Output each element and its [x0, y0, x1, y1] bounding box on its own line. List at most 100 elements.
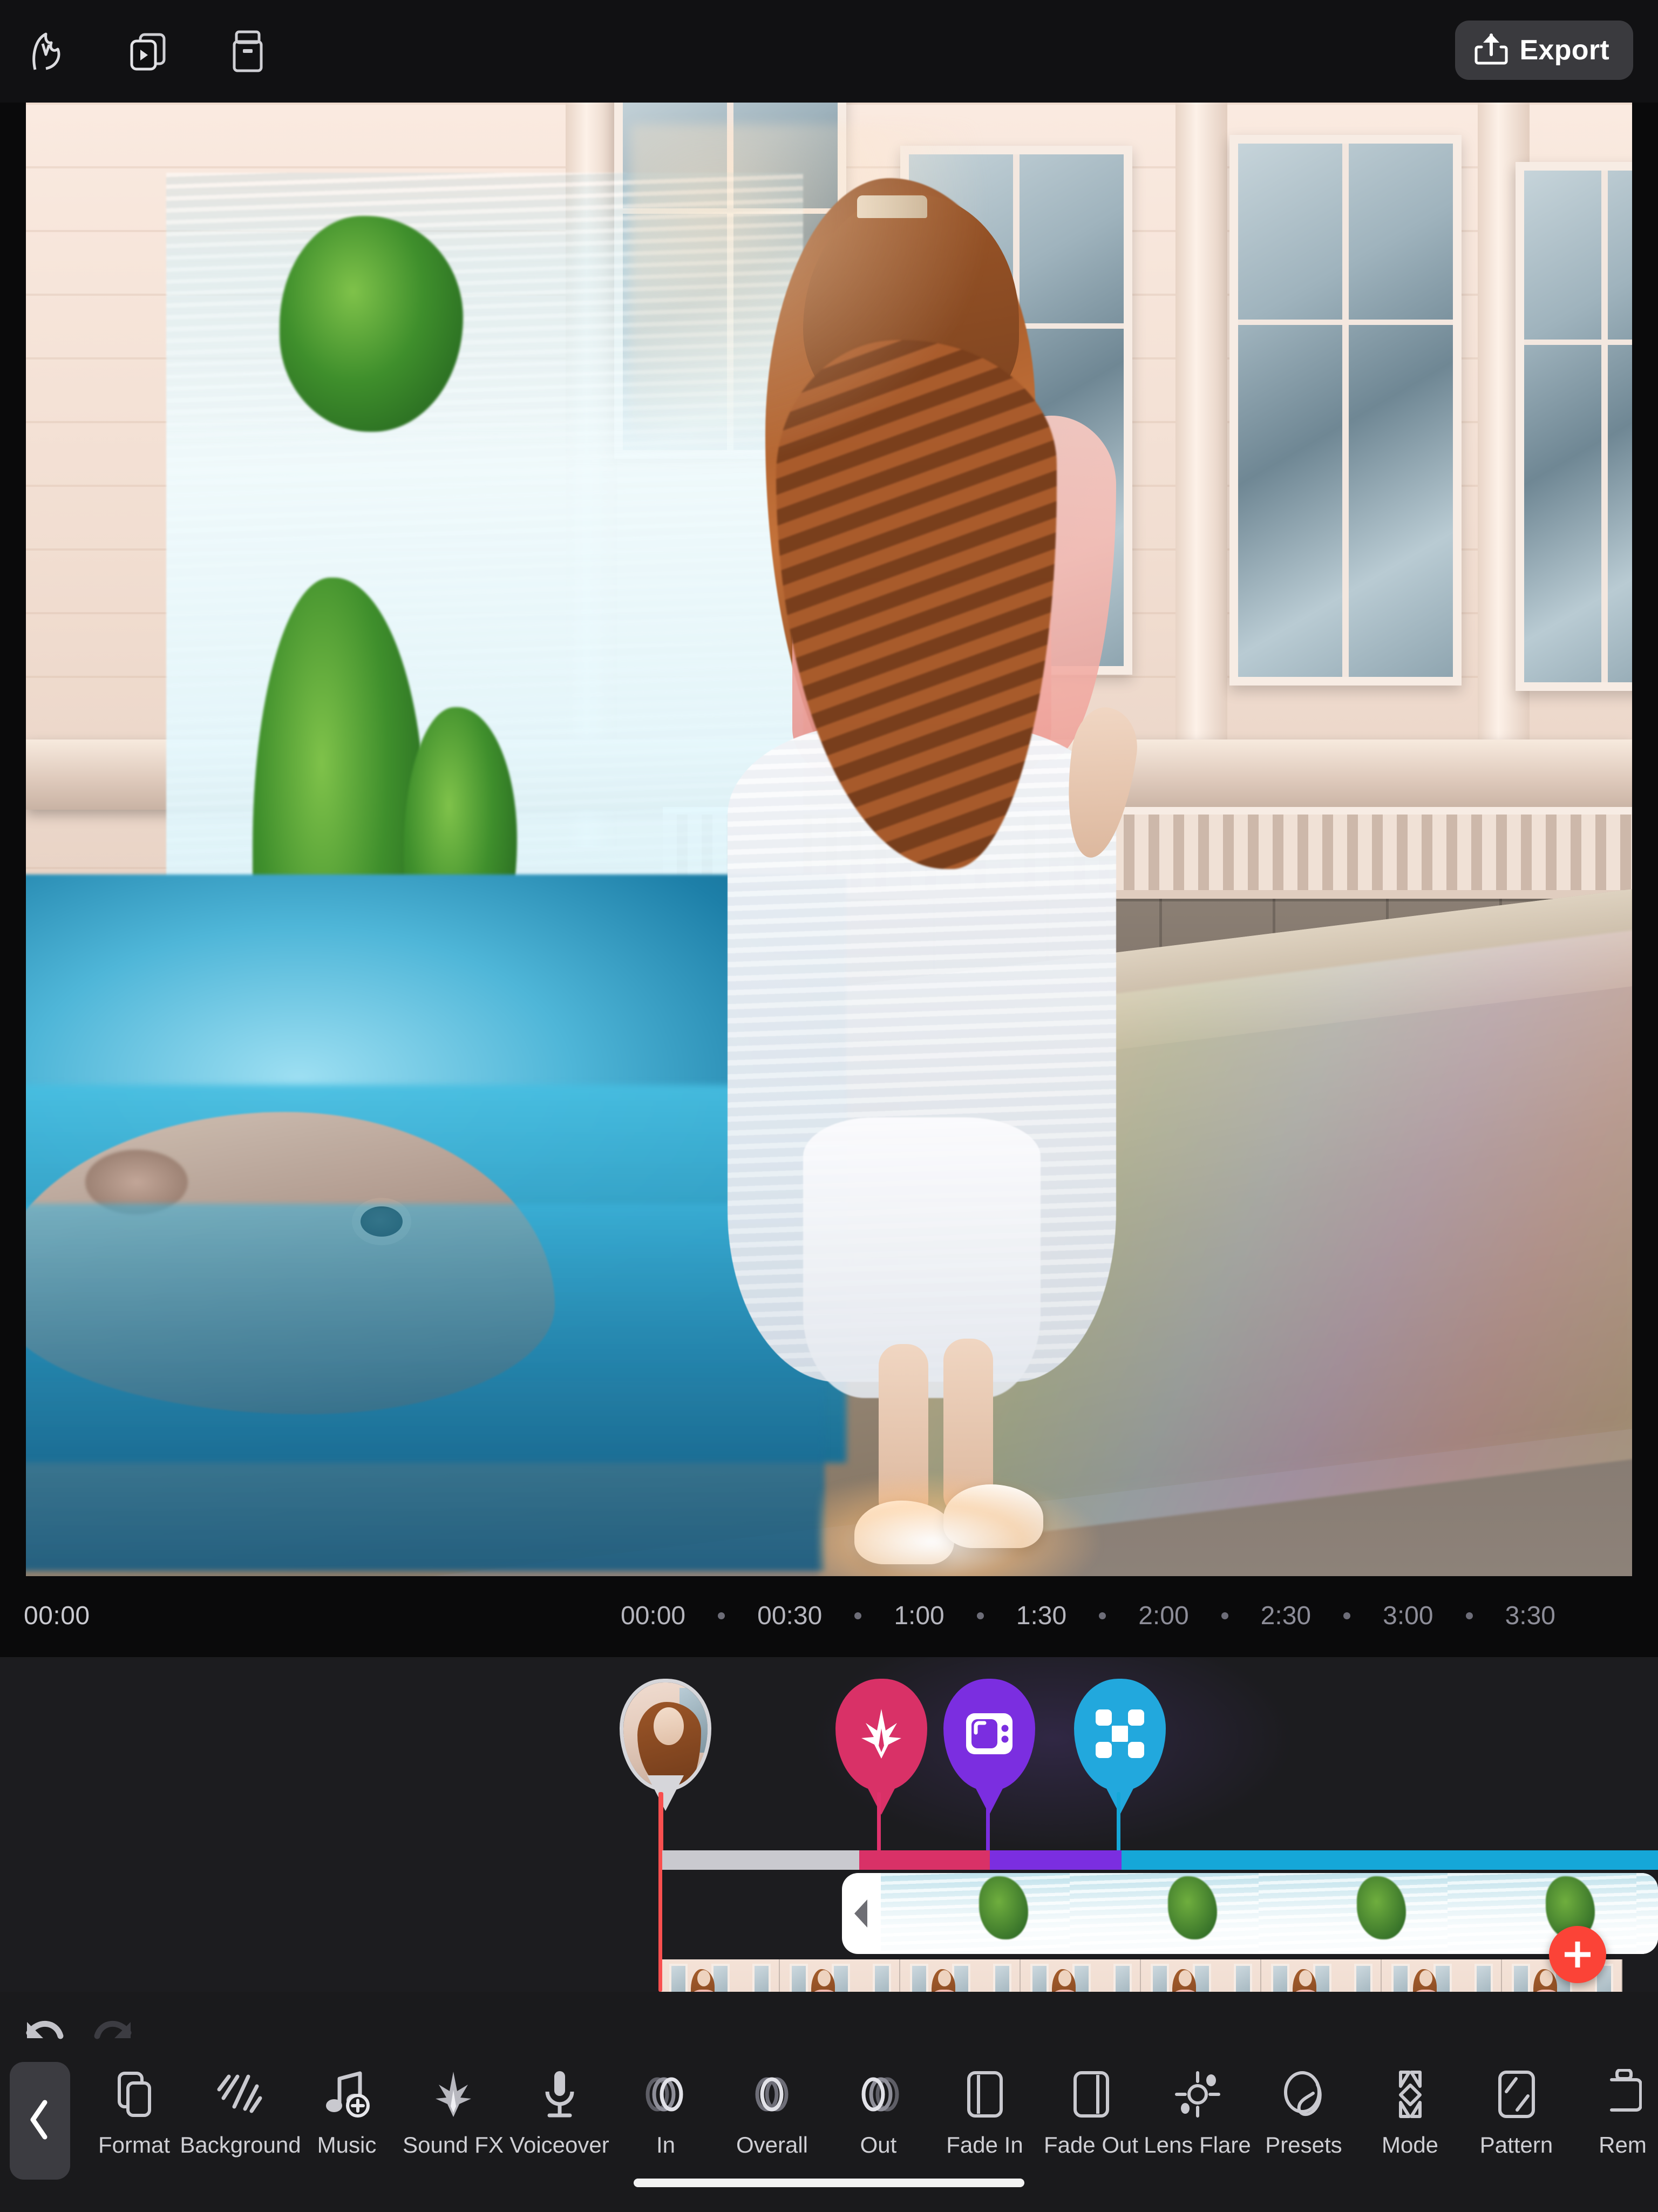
tools-back-button[interactable]	[10, 2062, 70, 2180]
tool-label: Format	[98, 2132, 170, 2157]
tool-label: In	[656, 2132, 676, 2157]
preview-canvas	[26, 103, 1632, 1576]
tool-label: Out	[860, 2132, 897, 2157]
ruler-tick: 3:00	[1383, 1602, 1433, 1630]
video-preview[interactable]	[26, 103, 1632, 1576]
clip-thumbnail-pin[interactable]	[620, 1679, 711, 1811]
transition-overall-icon	[749, 2068, 796, 2120]
lens-flare-icon	[1173, 2068, 1222, 2120]
sound-fx-burst-icon	[430, 2068, 477, 2120]
tool-out[interactable]: Out	[825, 2068, 932, 2158]
tool-label: Sound FX	[403, 2132, 504, 2157]
track-frame	[900, 1959, 1021, 1992]
eraser-icon[interactable]	[225, 28, 271, 74]
left-trim-handle-icon[interactable]	[842, 1873, 881, 1954]
tool-overall[interactable]: Overall	[719, 2068, 825, 2158]
ruler-tick: 00:00	[621, 1602, 686, 1630]
building-window	[1229, 135, 1462, 686]
home-indicator	[634, 2179, 1024, 2187]
segment-base[interactable]	[660, 1850, 859, 1870]
tool-format[interactable]: Format	[81, 2068, 187, 2158]
building-window	[1516, 162, 1632, 691]
tool-presets[interactable]: Presets	[1251, 2068, 1357, 2158]
ruler-dot	[1465, 1612, 1473, 1619]
track-frame	[660, 1959, 780, 1992]
track-frame	[1382, 1959, 1502, 1992]
bottom-toolbar: Format Background Music Sound FX Voiceov…	[0, 1992, 1658, 2212]
format-frames-icon	[113, 2068, 156, 2120]
building-column	[1175, 103, 1227, 847]
segment-mode[interactable]	[990, 1850, 1122, 1870]
tool-background[interactable]: Background	[180, 2068, 301, 2158]
video-layers-icon[interactable]	[125, 28, 172, 74]
ruler-ticks: 00:00 00:30 1:00 1:30 2:00 2:30 3:00 3:3…	[621, 1601, 1555, 1631]
tool-mode[interactable]: Mode	[1357, 2068, 1463, 2158]
clip-frame	[1259, 1873, 1448, 1954]
tool-label: Pattern	[1479, 2132, 1553, 2157]
tool-voiceover[interactable]: Voiceover	[506, 2068, 613, 2158]
tool-lens-flare[interactable]: Lens Flare	[1144, 2068, 1251, 2158]
redo-button[interactable]	[79, 2004, 148, 2063]
video-editor-app: Export 00:00 00:00 00:30 1:00 1:30 2:00 …	[0, 0, 1658, 2212]
ruler-tick: 00:30	[757, 1602, 823, 1630]
tool-remove[interactable]: Rem	[1569, 2068, 1658, 2158]
tool-in[interactable]: In	[613, 2068, 719, 2158]
tool-label: Lens Flare	[1144, 2132, 1251, 2157]
tool-label: Fade In	[946, 2132, 1023, 2157]
tool-fade-in[interactable]: Fade In	[932, 2068, 1038, 2158]
ruler-tick: 2:30	[1260, 1602, 1312, 1630]
waterfall-frame-strip	[881, 1873, 1658, 1954]
clip-frame	[1636, 1873, 1658, 1954]
tool-music[interactable]: Music	[294, 2068, 400, 2158]
lens-flare-upper	[630, 124, 1030, 502]
music-note-plus-icon	[323, 2068, 371, 2120]
tool-label: Background	[180, 2132, 301, 2157]
diagonal-lines-icon	[217, 2068, 264, 2120]
tools-scroll[interactable]: Format Background Music Sound FX Voiceov…	[81, 2068, 1658, 2158]
tool-label: Rem	[1599, 2132, 1647, 2157]
tool-pattern[interactable]: Pattern	[1463, 2068, 1569, 2158]
ruler-dot	[1221, 1612, 1228, 1619]
chevron-left-icon	[28, 2099, 52, 2143]
ruler-tick: 1:00	[894, 1602, 944, 1630]
waterfall-overlay-clip[interactable]	[842, 1873, 1658, 1954]
export-label: Export	[1519, 35, 1609, 66]
subject-girl	[630, 124, 1149, 1576]
screen-mode-icon	[964, 1710, 1015, 1760]
pin-line	[986, 1792, 990, 1851]
timeline-ruler: 00:00 00:00 00:30 1:00 1:30 2:00 2:30 3:…	[0, 1576, 1658, 1657]
playhead[interactable]	[658, 1792, 662, 1992]
pattern-checker-icon	[1095, 1708, 1145, 1762]
undo-button[interactable]	[10, 2004, 79, 2063]
fade-out-icon	[1071, 2068, 1112, 2120]
fade-in-icon	[964, 2068, 1005, 2120]
moss-rock	[280, 216, 463, 432]
tool-fade-out[interactable]: Fade Out	[1038, 2068, 1144, 2158]
tool-label: Mode	[1381, 2132, 1439, 2157]
ruler-tick: 2:00	[1138, 1602, 1189, 1630]
tool-sound-fx[interactable]: Sound FX	[400, 2068, 506, 2158]
main-video-track[interactable]	[660, 1959, 1658, 1992]
current-time-label: 00:00	[24, 1602, 90, 1630]
segment-soundfx[interactable]	[859, 1850, 990, 1870]
pattern-icon	[1496, 2068, 1538, 2120]
top-bar-left-icons	[0, 28, 271, 74]
ruler-tick: 1:30	[1016, 1602, 1067, 1630]
thumb-face	[654, 1707, 684, 1745]
ruler-dot	[1099, 1612, 1106, 1619]
presets-icon	[1281, 2068, 1327, 2120]
export-button[interactable]: Export	[1455, 21, 1633, 80]
add-media-button[interactable]	[1549, 1926, 1606, 1983]
transition-out-icon	[855, 2068, 902, 2120]
microphone-icon	[541, 2068, 579, 2120]
ruler-dot	[854, 1612, 862, 1619]
clip-frame	[1070, 1873, 1259, 1954]
brand-leaf-icon[interactable]	[26, 28, 72, 74]
segment-pattern[interactable]	[1122, 1850, 1658, 1870]
mode-icon	[1388, 2068, 1433, 2120]
timeline[interactable]	[0, 1657, 1658, 1992]
ruler-dot	[718, 1612, 725, 1619]
tool-label: Fade Out	[1043, 2132, 1139, 2157]
lens-flare-lower	[819, 1474, 1100, 1576]
transition-in-icon	[642, 2068, 690, 2120]
